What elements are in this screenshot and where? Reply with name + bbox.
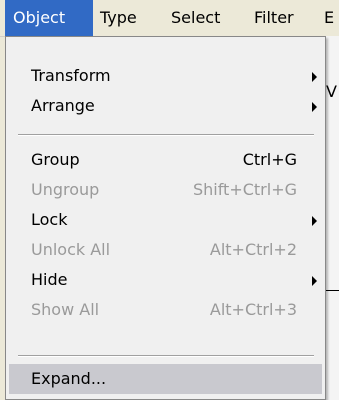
submenu-arrow-icon bbox=[312, 72, 317, 82]
menu-effect-partial[interactable]: E bbox=[316, 0, 339, 36]
menu-item-lock[interactable]: Lock bbox=[9, 205, 322, 235]
menu-item-shortcut: Ctrl+G bbox=[242, 150, 297, 169]
canvas-line bbox=[325, 290, 339, 291]
menu-item-label: Unlock All bbox=[31, 240, 111, 259]
object-menu-dropdown: Transform Arrange Group Ctrl+G Ungroup S… bbox=[5, 36, 326, 400]
menu-filter[interactable]: Filter bbox=[246, 0, 302, 36]
menu-item-shortcut: Alt+Ctrl+3 bbox=[209, 300, 297, 319]
menu-item-shortcut: Alt+Ctrl+2 bbox=[209, 240, 297, 259]
menu-item-label: Hide bbox=[31, 270, 68, 289]
menu-separator bbox=[18, 134, 314, 136]
submenu-arrow-icon bbox=[312, 102, 317, 112]
menu-select[interactable]: Select bbox=[163, 0, 228, 36]
menu-item-label: Transform bbox=[31, 66, 111, 85]
menu-item-group[interactable]: Group Ctrl+G bbox=[9, 145, 322, 175]
menu-item-label: Arrange bbox=[31, 96, 95, 115]
canvas-partial-glyph: V bbox=[326, 82, 337, 101]
menu-item-label: Ungroup bbox=[31, 180, 100, 199]
menu-item-hide[interactable]: Hide bbox=[9, 265, 322, 295]
menu-type[interactable]: Type bbox=[92, 0, 145, 36]
menu-object[interactable]: Object bbox=[5, 0, 93, 36]
menu-separator bbox=[18, 355, 314, 357]
menu-bar: Object Type Select Filter E bbox=[0, 0, 339, 37]
submenu-arrow-icon bbox=[312, 216, 317, 226]
menu-item-ungroup[interactable]: Ungroup Shift+Ctrl+G bbox=[9, 175, 322, 205]
menu-item-transform[interactable]: Transform bbox=[9, 61, 322, 91]
menu-item-shortcut: Shift+Ctrl+G bbox=[192, 180, 297, 199]
menu-item-label: Show All bbox=[31, 300, 100, 319]
menu-item-label: Expand... bbox=[31, 369, 107, 388]
menu-item-unlock-all[interactable]: Unlock All Alt+Ctrl+2 bbox=[9, 235, 322, 265]
menu-item-label: Lock bbox=[31, 210, 68, 229]
menu-item-show-all[interactable]: Show All Alt+Ctrl+3 bbox=[9, 295, 322, 325]
menu-item-label: Group bbox=[31, 150, 80, 169]
menu-item-arrange[interactable]: Arrange bbox=[9, 91, 322, 121]
menu-item-expand[interactable]: Expand... bbox=[9, 364, 322, 394]
submenu-arrow-icon bbox=[312, 276, 317, 286]
